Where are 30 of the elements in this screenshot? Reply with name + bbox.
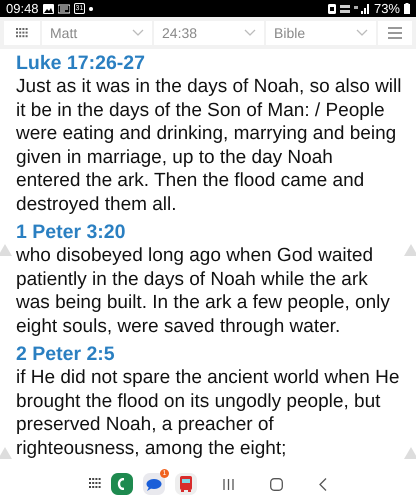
chat-bubble-icon	[146, 478, 162, 490]
phone-app-icon[interactable]	[111, 473, 133, 495]
dot-icon	[89, 6, 94, 10]
signal-icon	[354, 4, 370, 14]
menu-icon	[388, 27, 402, 39]
image-icon	[42, 4, 54, 14]
battery-saver-icon	[328, 3, 336, 14]
verse-reference[interactable]: 1 Peter 3:20	[16, 220, 402, 244]
dropdown[interactable]: Matt	[42, 21, 152, 45]
menu-button[interactable]	[378, 21, 412, 45]
back-icon[interactable]	[319, 478, 327, 490]
verse-reference[interactable]: 2 Peter 2:5	[16, 342, 402, 366]
verse-text: who disobeyed long ago when God waited patiently in the days of Noah while the ark was being built. In the ark a few people, only eight souls, were saved through water.	[16, 244, 391, 338]
verse-text: if He did not spare the ancient world when He brought the flood on its ungodly people, but preserved Noah, a preacher of righteousness, among the eight;	[16, 366, 400, 460]
battery-icon	[404, 3, 410, 14]
verse-text: Just as it was in the days of Noah, so also will it be in the days of the Son of Man: / People were eating and drinking, marrying and being given in marriage, up to the day Noah entered the ark. Then the flood came and destroyed them all.	[16, 75, 402, 216]
apps-grid-button[interactable]	[4, 21, 40, 45]
recent-apps-icon[interactable]	[223, 478, 234, 490]
grid-icon	[16, 28, 28, 38]
chevron-down-icon	[244, 29, 256, 37]
chevron-down-icon	[356, 29, 368, 37]
battery-percent: 73%	[374, 1, 400, 16]
apps-grid-icon[interactable]	[89, 478, 101, 490]
home-icon[interactable]	[270, 478, 283, 490]
verse-reference[interactable]: Luke 17:26-27	[16, 51, 402, 75]
clock: 09:48	[6, 1, 39, 16]
bus-app-icon[interactable]	[175, 473, 197, 495]
dropdown[interactable]: 24:38	[154, 21, 264, 45]
dropdown[interactable]: Bible	[266, 21, 376, 45]
chevron-down-icon	[132, 29, 144, 37]
